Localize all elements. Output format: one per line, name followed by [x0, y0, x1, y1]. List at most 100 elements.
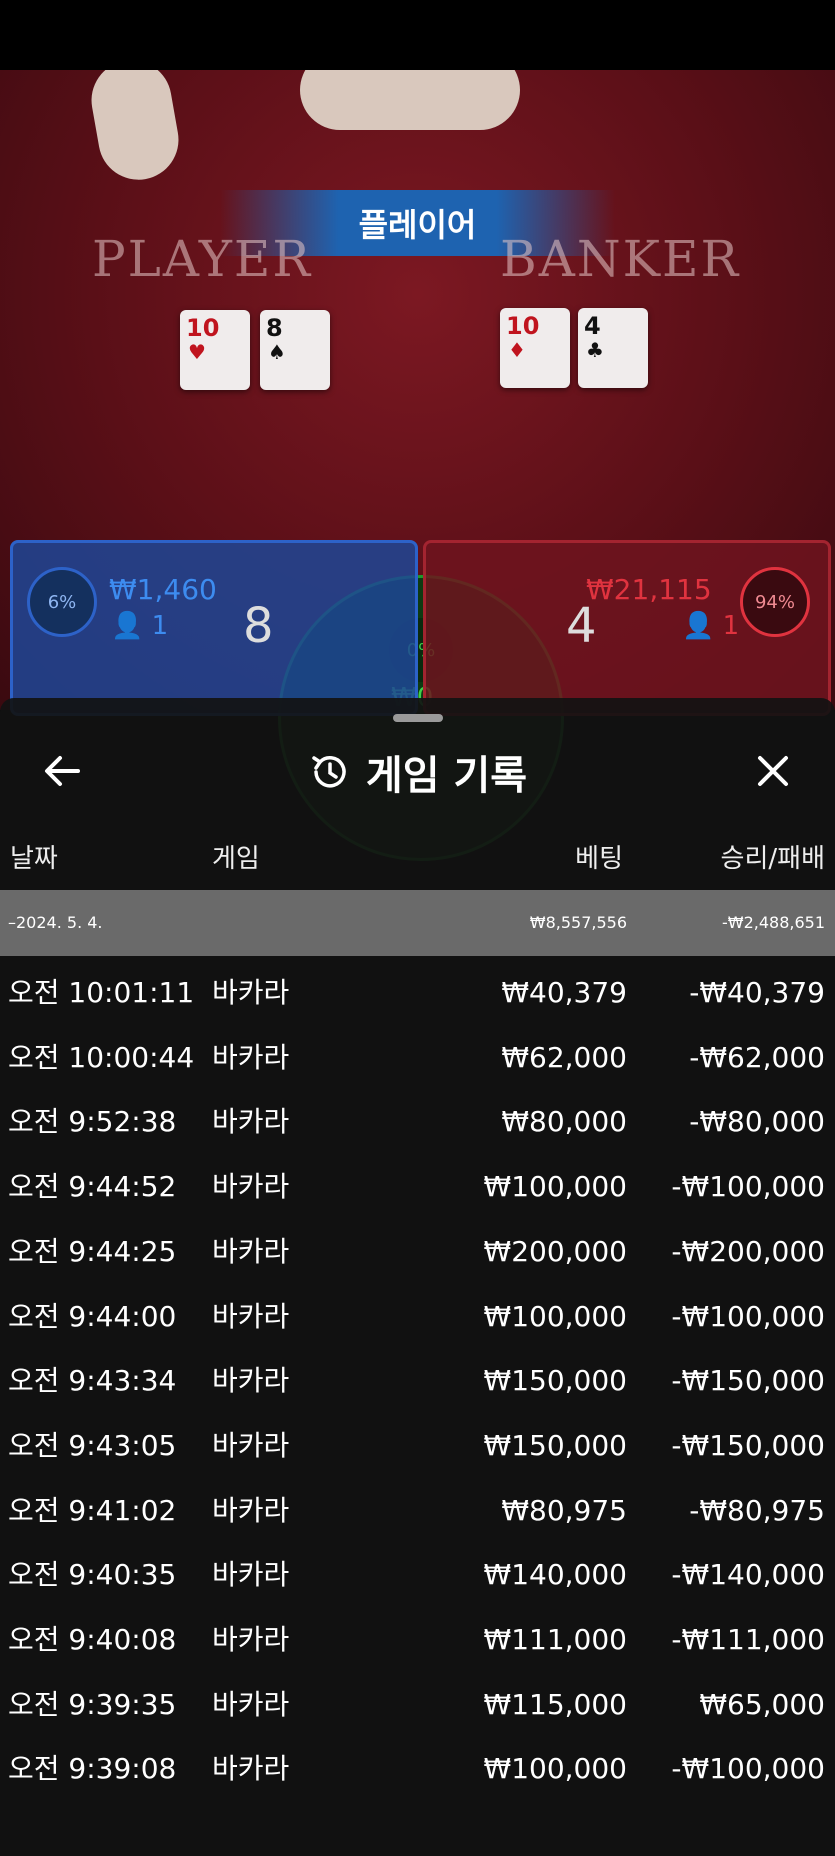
card-suit: ♥ — [188, 340, 206, 364]
row-result: -₩150,000 — [671, 1428, 825, 1462]
row-result: -₩80,000 — [689, 1105, 825, 1139]
row-game: 바카라 — [212, 1234, 290, 1268]
row-time: 오전 9:44:00 — [8, 1299, 177, 1333]
table-row[interactable]: 오전 9:41:02 바카라 ₩80,975 -₩80,975 — [0, 1479, 835, 1543]
player-score: 8 — [243, 598, 274, 654]
row-result: -₩150,000 — [671, 1364, 825, 1398]
card-rank: 10 — [506, 312, 540, 340]
row-game: 바카라 — [212, 1493, 290, 1527]
row-time: 오전 9:40:08 — [8, 1623, 177, 1656]
table-row[interactable]: 오전 9:44:00 바카라 ₩100,000 -₩100,000 — [0, 1285, 835, 1349]
row-game: 바카라 — [212, 1752, 290, 1786]
row-bet: ₩111,000 — [483, 1623, 627, 1656]
row-result: -₩80,975 — [689, 1493, 825, 1527]
dealer-hand-right — [300, 70, 520, 130]
column-header-game: 게임 — [212, 844, 260, 874]
row-game: 바카라 — [212, 1040, 290, 1074]
row-time: 오전 9:43:34 — [8, 1364, 177, 1398]
card-suit: ♣ — [586, 338, 604, 362]
row-time: 오전 9:44:52 — [8, 1170, 177, 1204]
row-bet: ₩150,000 — [483, 1364, 627, 1398]
row-time: 오전 9:39:08 — [8, 1752, 177, 1786]
banker-bet-amount: ₩21,115 — [586, 573, 712, 606]
row-result: -₩111,000 — [671, 1623, 825, 1656]
table-row[interactable]: 오전 10:01:11 바카라 ₩40,379 -₩40,379 — [0, 961, 835, 1025]
table-row[interactable]: 오전 10:00:44 바카라 ₩62,000 -₩62,000 — [0, 1026, 835, 1090]
table-row[interactable]: 오전 9:40:08 바카라 ₩111,000 -₩111,000 — [0, 1608, 835, 1672]
player-bet-amount: ₩1,460 — [109, 573, 217, 606]
card-rank: 10 — [186, 314, 220, 342]
row-bet: ₩80,975 — [501, 1493, 627, 1527]
close-button[interactable] — [748, 746, 798, 796]
card-suit: ♠ — [268, 340, 286, 364]
row-time: 오전 9:43:05 — [8, 1428, 177, 1462]
close-icon — [758, 756, 788, 786]
banker-bettor-count: 👤 1 — [682, 611, 739, 641]
banker-card-2: 4 ♣ — [578, 308, 648, 388]
row-time: 오전 9:40:35 — [8, 1558, 177, 1592]
row-result: -₩62,000 — [689, 1040, 825, 1074]
table-row[interactable]: 오전 9:44:52 바카라 ₩100,000 -₩100,000 — [0, 1155, 835, 1219]
row-game: 바카라 — [212, 1105, 290, 1139]
table-row[interactable]: 오전 9:39:08 바카라 ₩100,000 -₩100,000 — [0, 1737, 835, 1801]
banker-count-value: 1 — [722, 611, 740, 641]
sheet-drag-handle[interactable] — [393, 714, 443, 722]
player-percent: 6% — [47, 591, 77, 613]
row-time: 오전 9:41:02 — [8, 1493, 177, 1527]
banker-card-1: 10 ♦ — [500, 308, 570, 388]
row-time: 오전 9:44:25 — [8, 1234, 177, 1268]
row-time: 오전 9:52:38 — [8, 1105, 177, 1139]
row-game: 바카라 — [212, 1364, 290, 1398]
player-count-value: 1 — [151, 611, 169, 641]
row-result: -₩100,000 — [671, 1299, 825, 1333]
table-row[interactable]: 오전 9:43:05 바카라 ₩150,000 -₩150,000 — [0, 1414, 835, 1478]
player-bet-area[interactable]: 6% ₩1,460 👤 1 8 — [10, 540, 418, 716]
column-header-bet: 베팅 — [575, 844, 623, 874]
row-result: -₩140,000 — [671, 1558, 825, 1592]
card-rank: 4 — [584, 312, 601, 340]
row-bet: ₩100,000 — [483, 1299, 627, 1333]
row-bet: ₩100,000 — [483, 1170, 627, 1204]
table-row[interactable]: 오전 9:39:35 바카라 ₩115,000 ₩65,000 — [0, 1673, 835, 1737]
row-result: ₩65,000 — [699, 1687, 825, 1721]
row-game: 바카라 — [212, 1558, 290, 1592]
table-row[interactable]: 오전 9:40:35 바카라 ₩140,000 -₩140,000 — [0, 1543, 835, 1607]
player-card-2: 8 ♠ — [260, 310, 330, 390]
row-result: -₩100,000 — [671, 1170, 825, 1204]
banker-side-label: BANKER — [500, 230, 741, 288]
bet-areas: 6% ₩1,460 👤 1 8 ₩21,115 👤 1 94% 4 — [0, 540, 835, 720]
player-percent-ring: 6% — [27, 567, 97, 637]
row-time: 오전 10:01:11 — [8, 976, 195, 1009]
row-result: -₩40,379 — [689, 976, 825, 1009]
sheet-title-text: 게임 기록 — [365, 753, 528, 799]
banker-percent: 94% — [754, 591, 795, 613]
row-result: -₩100,000 — [671, 1752, 825, 1786]
card-rank: 8 — [266, 314, 283, 342]
player-side-label: PLAYER — [92, 230, 313, 288]
table-row[interactable]: 오전 9:52:38 바카라 ₩80,000 -₩80,000 — [0, 1090, 835, 1154]
date-summary-row[interactable]: –2024. 5. 4. ₩8,557,556 -₩2,488,651 — [0, 890, 835, 956]
row-game: 바카라 — [212, 976, 290, 1009]
row-game: 바카라 — [212, 1428, 290, 1462]
column-header-result: 승리/패배 — [720, 844, 825, 874]
row-game: 바카라 — [212, 1299, 290, 1333]
table-row[interactable]: 오전 9:43:34 바카라 ₩150,000 -₩150,000 — [0, 1349, 835, 1413]
column-header-date: 날짜 — [10, 844, 58, 874]
row-bet: ₩80,000 — [501, 1105, 627, 1139]
row-time: 오전 9:39:35 — [8, 1687, 177, 1721]
summary-bet: ₩8,557,556 — [529, 913, 627, 932]
banker-percent-ring: 94% — [740, 567, 810, 637]
game-history-sheet: 게임 기록 날짜 게임 베팅 승리/패배 –2024. 5. 4. ₩8,557… — [0, 698, 835, 1856]
row-game: 바카라 — [212, 1623, 290, 1656]
summary-result: -₩2,488,651 — [721, 913, 825, 932]
row-bet: ₩40,379 — [501, 976, 627, 1009]
table-row[interactable]: 오전 9:44:25 바카라 ₩200,000 -₩200,000 — [0, 1220, 835, 1284]
winner-banner-label: 플레이어 — [358, 206, 477, 244]
row-bet: ₩62,000 — [501, 1040, 627, 1074]
status-bar — [0, 0, 835, 70]
row-time: 오전 10:00:44 — [8, 1040, 195, 1074]
player-card-1: 10 ♥ — [180, 310, 250, 390]
row-bet: ₩200,000 — [483, 1234, 627, 1268]
row-bet: ₩150,000 — [483, 1428, 627, 1462]
banker-bet-area[interactable]: ₩21,115 👤 1 94% 4 — [423, 540, 831, 716]
